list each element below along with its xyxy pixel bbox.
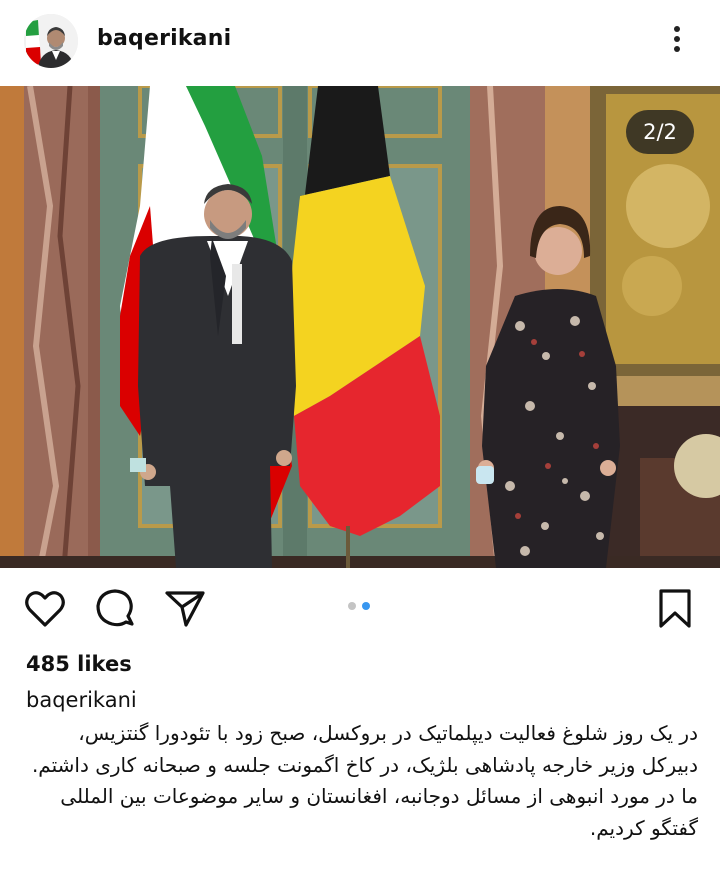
caption-username[interactable]: baqerikani <box>26 688 137 712</box>
comment-icon[interactable] <box>92 586 138 632</box>
photo-image <box>0 86 720 568</box>
avatar[interactable] <box>24 14 78 68</box>
post-header: baqerikani <box>0 0 720 86</box>
avatar-image <box>24 14 78 68</box>
image-counter: 2/2 <box>626 110 694 154</box>
caption-text: در یک روز شلوغ فعالیت دیپلماتیک در بروکس… <box>31 721 698 840</box>
heart-icon[interactable] <box>22 586 68 632</box>
post-photo[interactable] <box>0 86 720 568</box>
likes-count[interactable]: 485 likes <box>26 652 132 676</box>
bookmark-icon[interactable] <box>652 586 698 632</box>
carousel-dot-active <box>362 602 370 610</box>
carousel-dot <box>348 602 356 610</box>
carousel-indicator <box>348 602 374 612</box>
username[interactable]: baqerikani <box>97 26 231 51</box>
more-options-icon[interactable] <box>664 22 690 56</box>
share-icon[interactable] <box>162 586 208 632</box>
